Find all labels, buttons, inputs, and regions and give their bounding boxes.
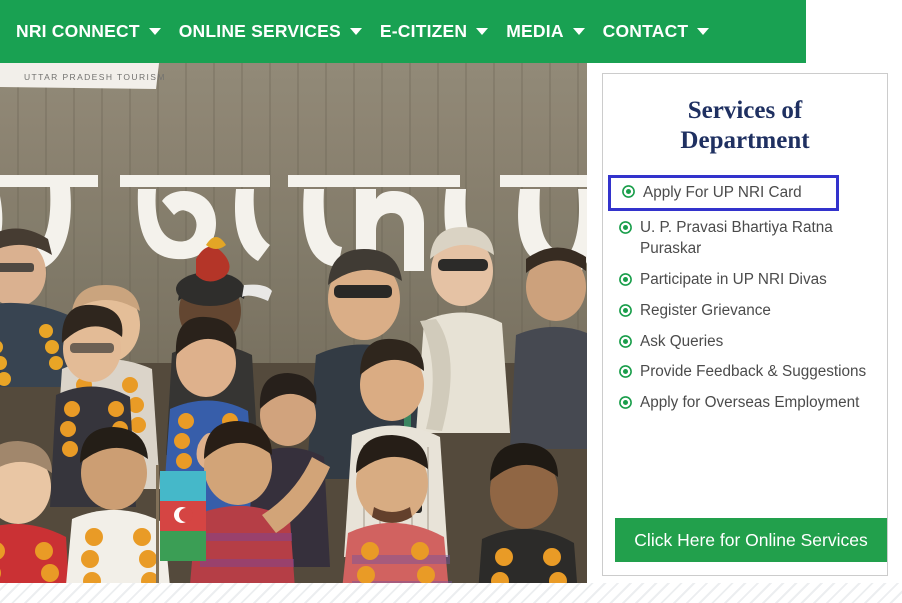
cta-container: Click Here for Online Services [603,518,887,562]
service-item-label: Apply for Overseas Employment [640,394,860,412]
services-of-department-panel: Services of Department Apply For UP NRI … [602,73,888,576]
nav-item-nri-connect[interactable]: NRI CONNECT [8,15,171,48]
radio-dot-icon [619,273,632,287]
service-item-label: Provide Feedback & Suggestions [640,363,867,381]
service-item-register-grievance[interactable]: Register Grievance [603,300,887,322]
nav-item-media[interactable]: MEDIA [498,15,594,48]
chevron-down-icon [697,28,710,35]
hero-photo: UTTAR PRADESH TOURISM [0,63,587,583]
chevron-down-icon [476,28,489,35]
chevron-down-icon [349,28,362,35]
service-item-pravasi-bhartiya-ratna-puraskar[interactable]: U. P. Pravasi Bhartiya Ratna Puraskar [603,217,887,260]
radio-dot-icon [619,334,632,348]
main-navigation-bar: NRI CONNECT ONLINE SERVICES E-CITIZEN ME… [0,0,806,63]
radio-dot-icon [619,220,632,234]
service-item-apply-for-up-nri-card[interactable]: Apply For UP NRI Card [608,175,839,211]
nav-item-label: NRI CONNECT [16,21,140,41]
service-item-label: Apply For UP NRI Card [643,184,802,201]
service-item-label: U. P. Pravasi Bhartiya Ratna Puraskar [640,218,833,258]
service-item-ask-queries[interactable]: Ask Queries [603,331,887,353]
service-item-provide-feedback-suggestions[interactable]: Provide Feedback & Suggestions [603,361,887,383]
services-list: Apply For UP NRI Card U. P. Pravasi Bhar… [603,155,887,414]
radio-dot-icon [619,303,632,317]
service-item-apply-for-overseas-employment[interactable]: Apply for Overseas Employment [603,392,887,414]
nav-item-label: E-CITIZEN [379,21,468,41]
nav-item-e-citizen[interactable]: E-CITIZEN [372,15,498,48]
nav-item-online-services[interactable]: ONLINE SERVICES [171,15,372,48]
nav-item-label: ONLINE SERVICES [178,21,341,41]
chevron-down-icon [148,28,161,35]
panel-title: Services of Department [680,97,810,154]
radio-dot-icon [622,185,635,198]
nav-item-label: CONTACT [602,21,689,41]
service-item-label: Ask Queries [640,332,724,350]
radio-dot-icon [619,396,632,409]
nav-item-label: MEDIA [506,21,564,41]
service-item-label: Participate in UP NRI Divas [640,271,827,289]
nav-item-contact[interactable]: CONTACT [595,15,720,48]
service-item-participate-in-up-nri-divas[interactable]: Participate in UP NRI Divas [603,269,887,291]
chevron-down-icon [572,28,585,35]
click-here-for-online-services-button[interactable]: Click Here for Online Services [615,518,887,562]
radio-dot-icon [619,365,632,379]
service-item-label: Register Grievance [640,301,771,319]
